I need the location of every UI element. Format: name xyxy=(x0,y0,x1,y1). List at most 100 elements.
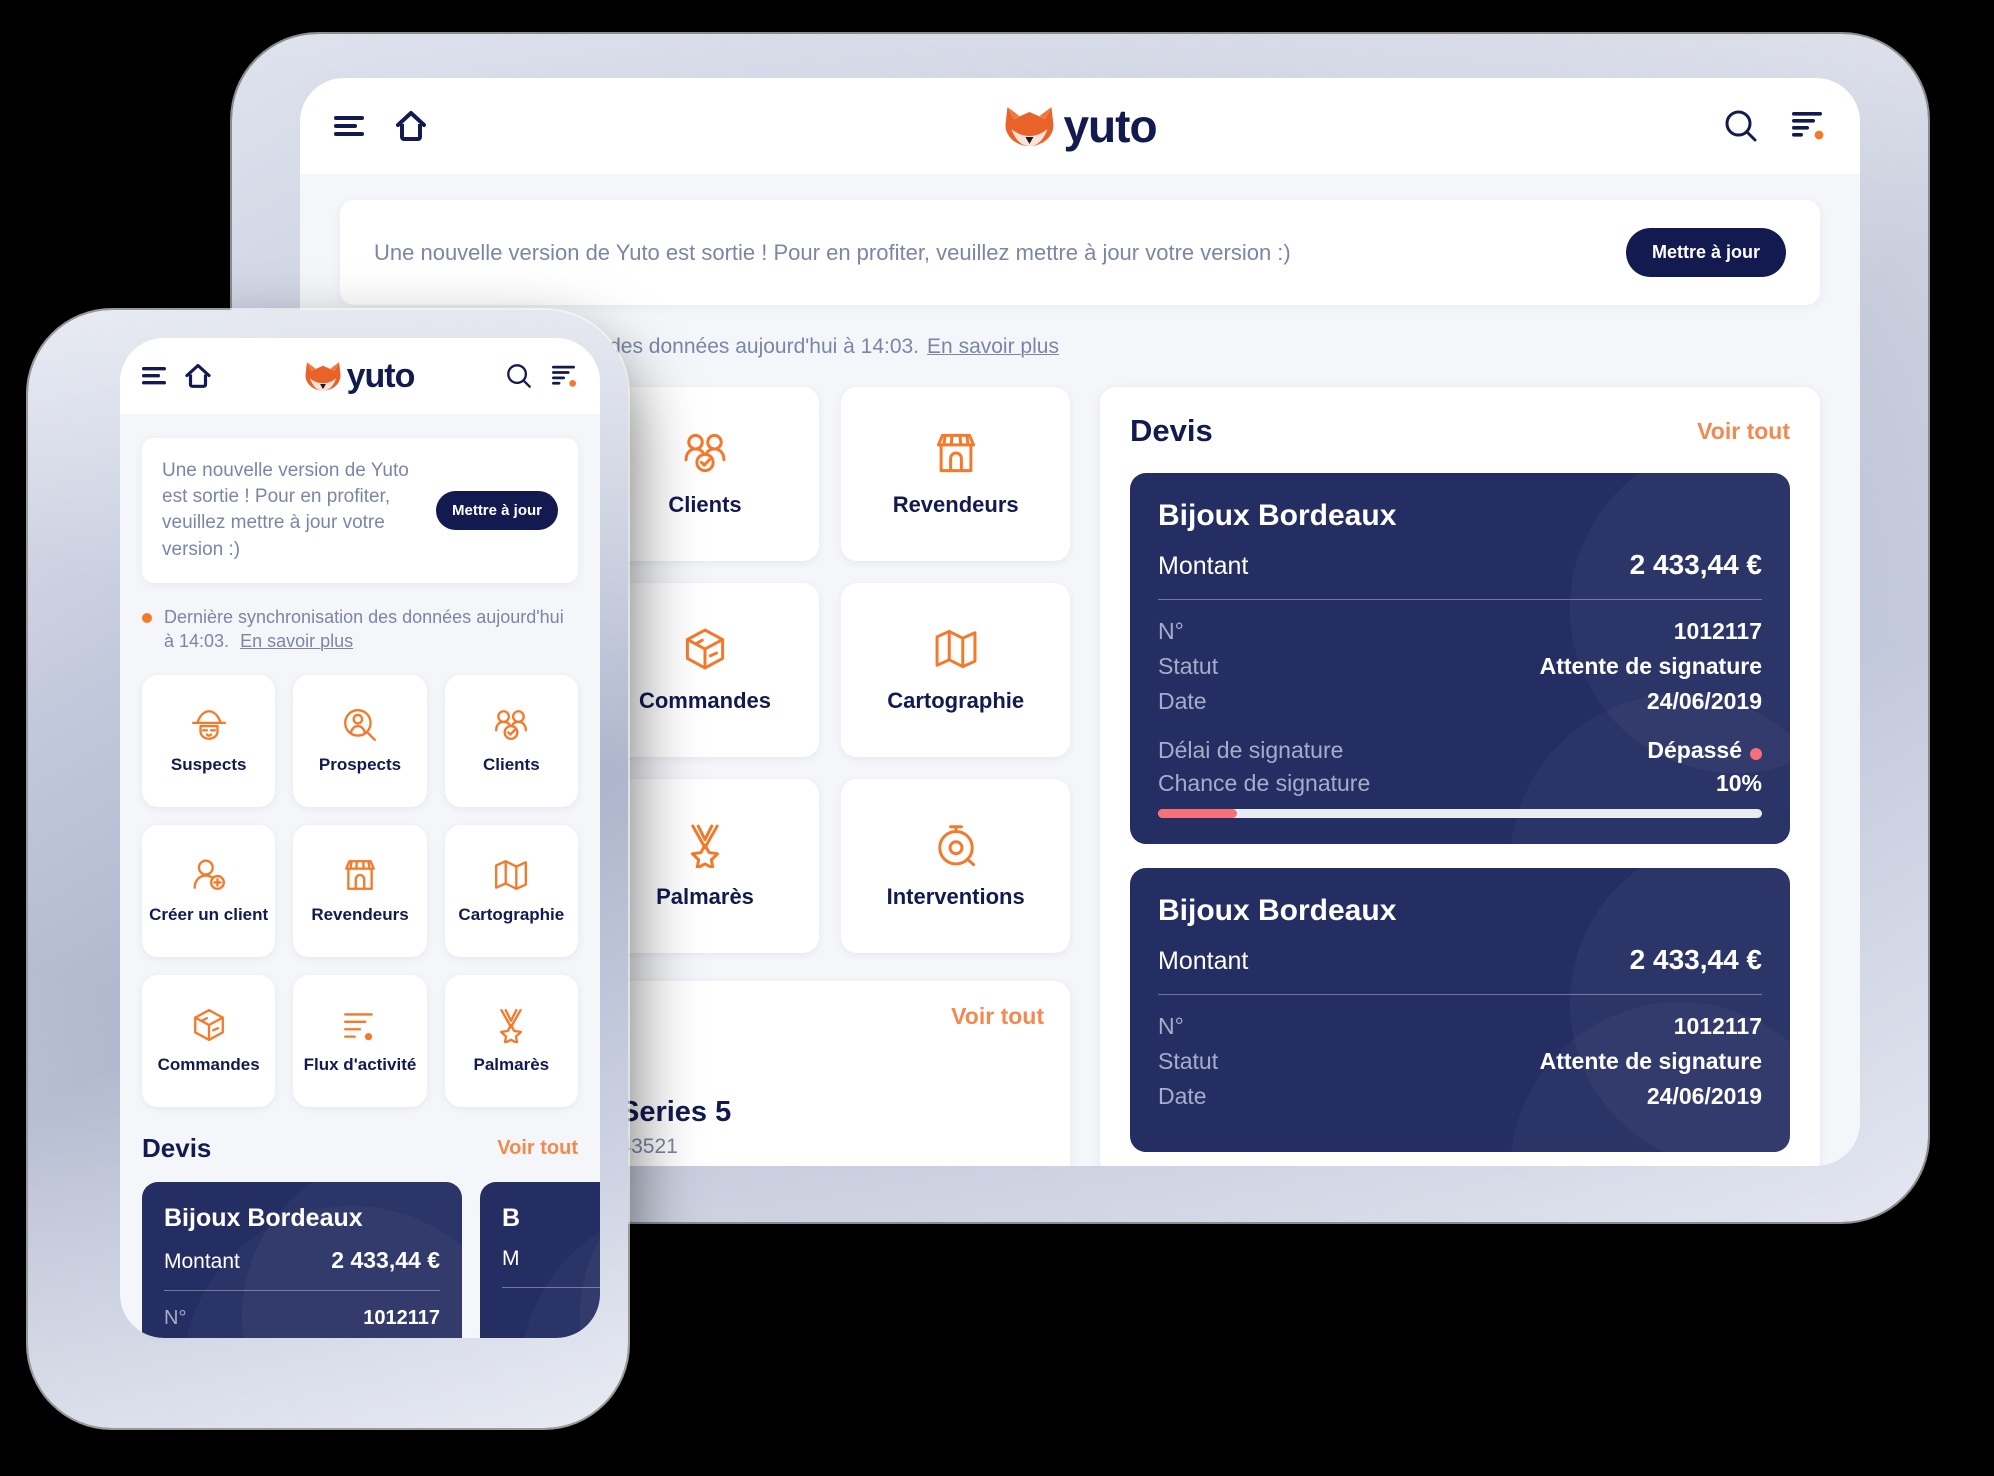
tile-label: Flux d'activité xyxy=(303,1055,417,1075)
tile-label: Clients xyxy=(482,755,540,775)
package-box-icon xyxy=(685,628,725,670)
devis-see-all-link[interactable]: Voir tout xyxy=(1697,418,1790,445)
person-search-icon xyxy=(343,709,376,742)
phone-tile-cartographie[interactable]: Cartographie xyxy=(444,825,578,958)
phone-tile-flux-d-activit[interactable]: Flux d'activité xyxy=(293,975,427,1108)
map-fold-icon xyxy=(933,626,979,672)
map-fold-icon xyxy=(495,860,528,891)
person-search-icon xyxy=(342,707,378,743)
phone-tile-prospects[interactable]: Prospects xyxy=(293,675,427,808)
devis-amount-label: Montant xyxy=(164,1250,240,1274)
logo-wordmark: yuto xyxy=(1063,100,1157,152)
clients-check-icon xyxy=(493,707,529,743)
devis-card[interactable]: Bijoux Bordeaux Montant 2 433,44 € N° 10… xyxy=(142,1182,462,1338)
storefront-icon xyxy=(936,433,975,473)
storefront-icon xyxy=(345,860,375,891)
package-box-icon xyxy=(193,1009,224,1042)
filter-sort-icon[interactable] xyxy=(1792,111,1826,141)
tile-label: Revendeurs xyxy=(311,905,409,925)
devis-row-key: Statut xyxy=(1158,653,1219,679)
logo-wordmark: yuto xyxy=(346,356,416,395)
tile-label: Interventions xyxy=(886,884,1025,910)
devis-row-key: N° xyxy=(164,1307,187,1330)
search-icon[interactable] xyxy=(1724,109,1758,143)
filter-sort-icon[interactable] xyxy=(552,365,578,388)
hamburger-menu-icon[interactable] xyxy=(142,367,166,385)
devis-panel-title: Devis xyxy=(1130,413,1213,448)
package-box-icon xyxy=(191,1007,227,1043)
tile-label: Palmarès xyxy=(473,1055,550,1075)
devis-row-key: N° xyxy=(1158,618,1184,644)
devis-divider xyxy=(1158,994,1762,995)
devis-amount-label: M xyxy=(502,1247,520,1271)
tablet-tile-cartographie[interactable]: Cartographie xyxy=(841,583,1070,757)
spy-hat-icon xyxy=(191,707,227,743)
devis-company: Bijoux Bordeaux xyxy=(1158,499,1397,532)
devis-row-key: Statut xyxy=(1158,1048,1219,1074)
devis-row-key: Date xyxy=(1158,1083,1207,1109)
tablet-tile-interventions[interactable]: Interventions xyxy=(841,779,1070,953)
update-banner-message: Une nouvelle version de Yuto est sortie … xyxy=(162,460,409,560)
sync-learn-more-link[interactable]: En savoir plus xyxy=(240,631,353,651)
clients-check-icon xyxy=(684,433,726,473)
phone-sync-status: Dernière synchronisation des données auj… xyxy=(142,605,578,654)
signature-chance-bar xyxy=(1158,809,1762,818)
devis-see-all-link[interactable]: Voir tout xyxy=(497,1137,578,1160)
person-add-icon xyxy=(193,859,225,891)
medal-icon xyxy=(500,1009,523,1044)
search-icon[interactable] xyxy=(506,363,532,389)
fox-logo-icon xyxy=(305,362,341,391)
medal-icon xyxy=(493,1007,529,1044)
devis-row-value: 1012117 xyxy=(1673,618,1762,644)
activity-feed-icon xyxy=(343,1013,373,1041)
update-banner-message: Une nouvelle version de Yuto est sortie … xyxy=(374,239,1291,265)
update-button[interactable]: Mettre à jour xyxy=(435,490,558,530)
products-see-all-link[interactable]: Voir tout xyxy=(951,1003,1044,1030)
person-add-icon xyxy=(191,857,227,893)
phone-update-banner: Une nouvelle version de Yuto est sortie … xyxy=(142,438,578,583)
devis-row-value: Attente de signature xyxy=(1539,653,1762,679)
delay-status-dot xyxy=(1750,747,1762,760)
phone-app-bar: yuto xyxy=(120,338,600,414)
tile-label: Commandes xyxy=(638,688,772,714)
devis-delay-value: Dépassé xyxy=(1647,737,1742,763)
clients-check-icon xyxy=(495,710,528,741)
tablet-update-banner: Une nouvelle version de Yuto est sortie … xyxy=(340,200,1820,305)
devis-chance-value: 10% xyxy=(1715,770,1762,796)
phone-tile-cr-er-un-client[interactable]: Créer un client xyxy=(142,825,276,958)
devis-row-value: Attente de signature xyxy=(1539,1048,1762,1074)
phone-tile-clients[interactable]: Clients xyxy=(444,675,578,808)
devis-row-key: Date xyxy=(1158,688,1207,714)
phone-tile-commandes[interactable]: Commandes xyxy=(142,975,276,1108)
tile-label: Suspects xyxy=(170,755,247,775)
sync-learn-more-link[interactable]: En savoir plus xyxy=(927,335,1059,359)
map-fold-icon xyxy=(935,629,977,669)
map-fold-icon xyxy=(493,857,529,893)
phone-tile-palmar-s[interactable]: Palmarès xyxy=(444,975,578,1108)
activity-feed-icon xyxy=(342,1007,378,1043)
app-logo: yuto xyxy=(1003,99,1158,153)
screenshot-stage: yuto Une nouvelle version de Yuto est so… xyxy=(0,0,1994,1476)
tablet-tile-revendeurs[interactable]: Revendeurs xyxy=(841,387,1070,561)
devis-card[interactable]: Bijoux Bordeaux Montant 2 433,44 € N° 10… xyxy=(1130,868,1790,1152)
tablet-app-bar: yuto xyxy=(300,78,1860,174)
tile-label: Clients xyxy=(668,492,742,518)
devis-card[interactable]: Bijoux Bordeaux Montant 2 433,44 € N° 10… xyxy=(1130,473,1790,844)
tablet-devis-panel: Devis Voir tout Bijoux Bordeaux Montant … xyxy=(1100,387,1820,1166)
tile-label: Prospects xyxy=(318,755,402,775)
devis-row-value: 1012117 xyxy=(1673,1013,1762,1039)
update-button[interactable]: Mettre à jour xyxy=(1625,228,1786,277)
tile-label: Cartographie xyxy=(458,905,565,925)
devis-amount-value: 2 433,44 € xyxy=(331,1247,440,1274)
devis-card[interactable]: B M xyxy=(480,1182,600,1338)
devis-row-value: 24/06/2019 xyxy=(1646,1083,1762,1109)
hamburger-menu-icon[interactable] xyxy=(334,115,364,137)
devis-divider xyxy=(164,1290,440,1292)
clients-check-icon xyxy=(682,430,728,476)
phone-tile-suspects[interactable]: Suspects xyxy=(142,675,276,808)
phone-tile-revendeurs[interactable]: Revendeurs xyxy=(293,825,427,958)
sync-status-dot xyxy=(142,612,152,623)
spy-hat-icon xyxy=(191,710,226,741)
home-icon[interactable] xyxy=(394,110,428,142)
home-icon[interactable] xyxy=(184,363,212,389)
